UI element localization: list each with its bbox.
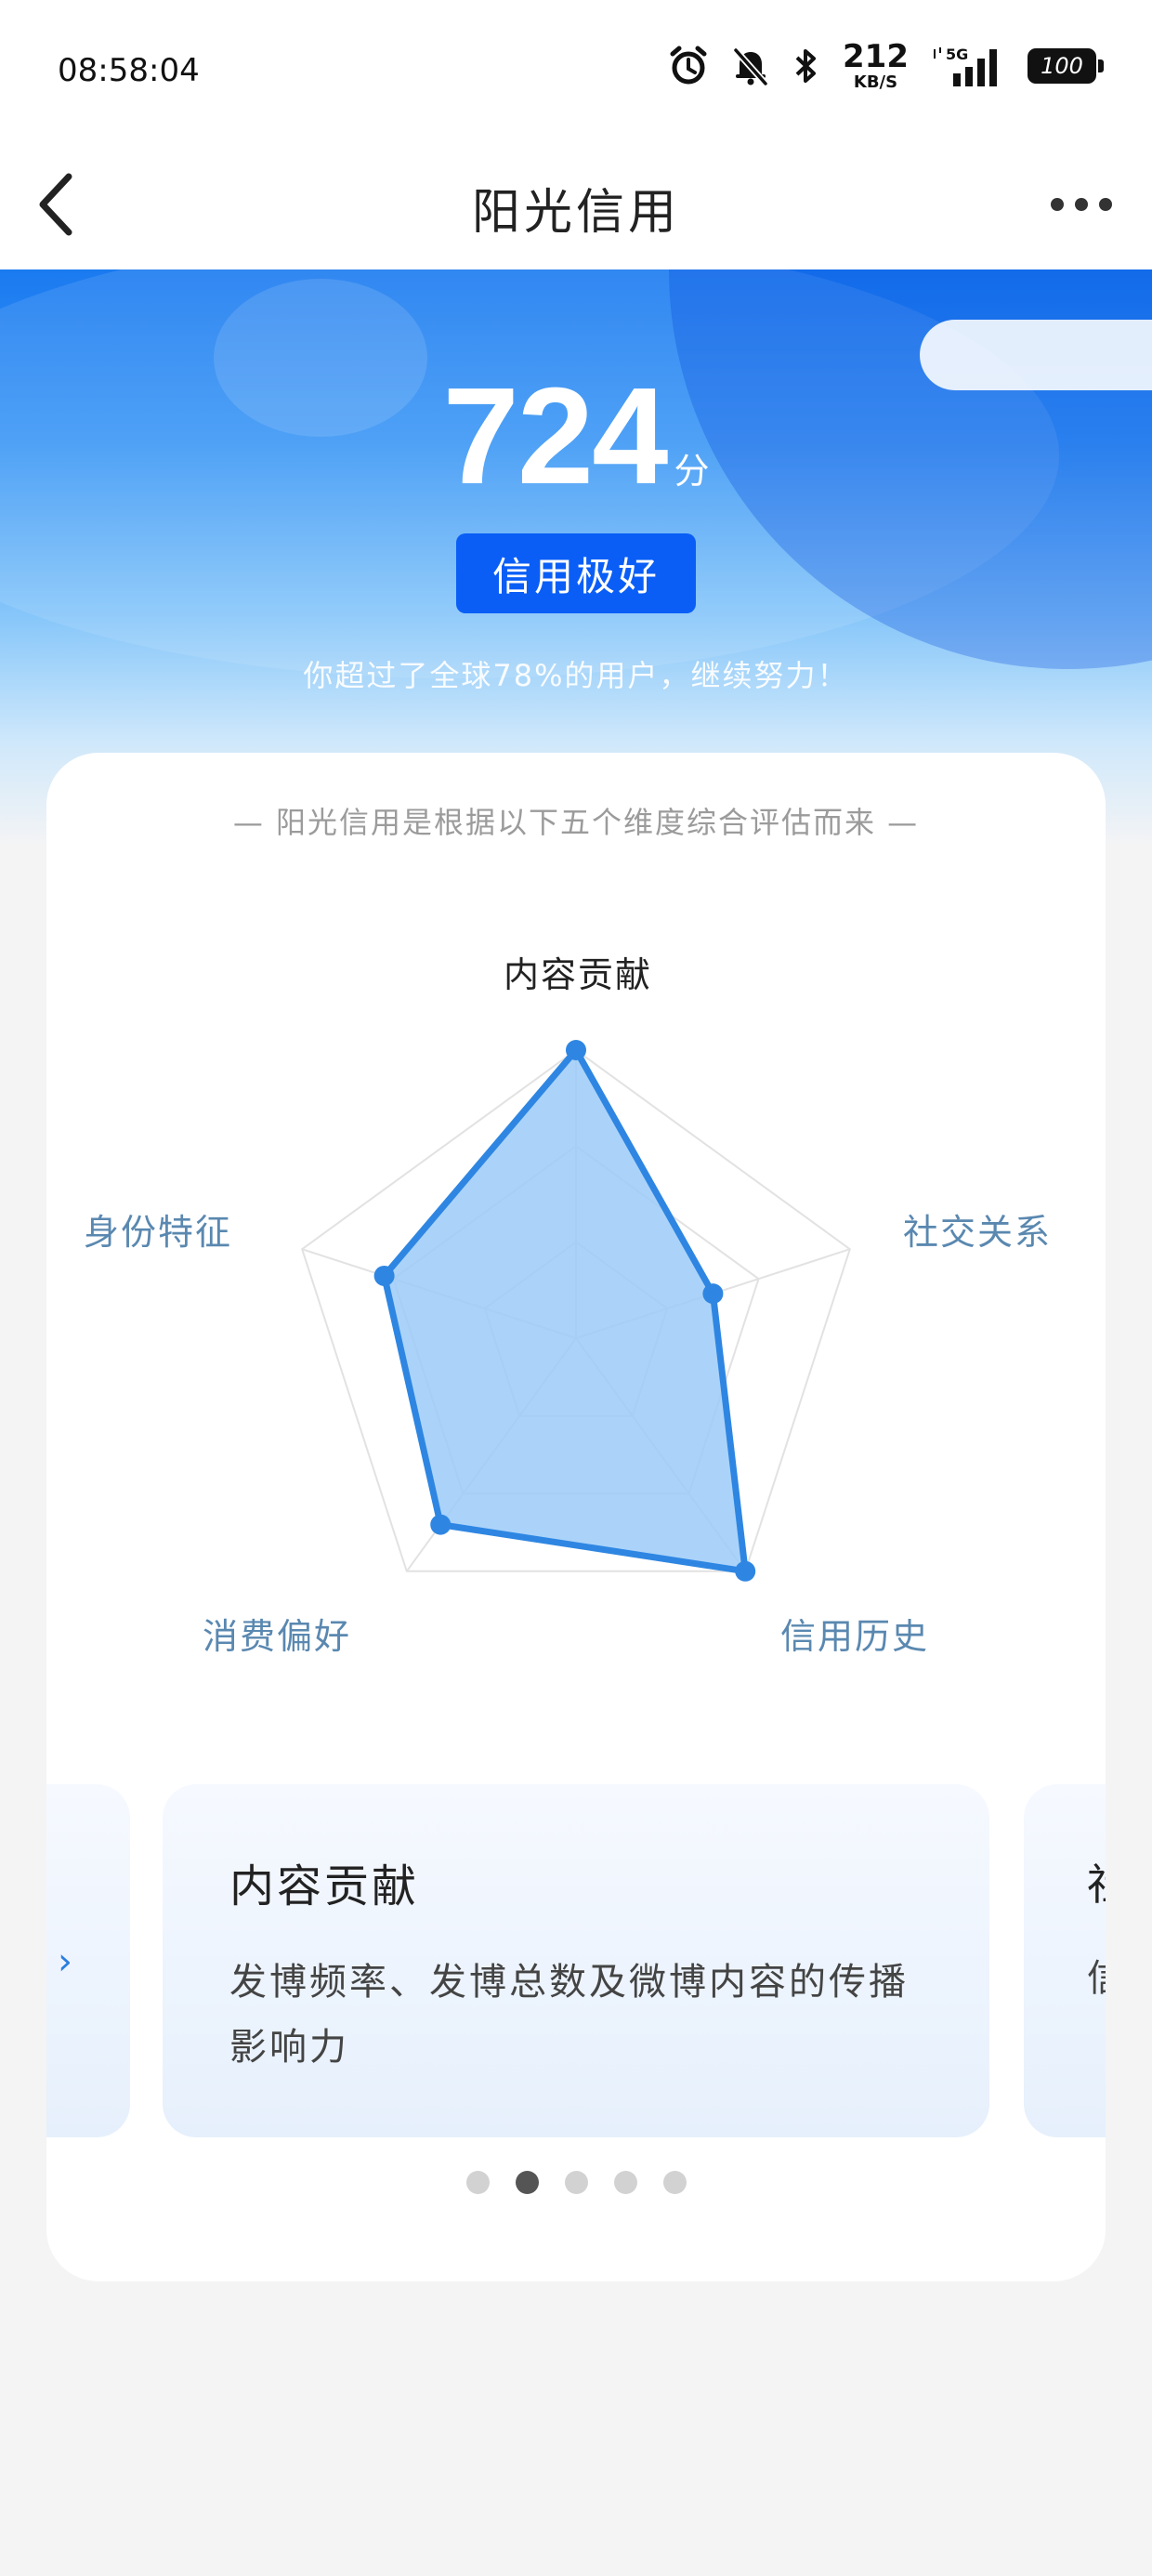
alarm-icon — [670, 46, 707, 85]
pagination-dot[interactable] — [564, 2171, 588, 2194]
slide-title: 内容贡献 — [229, 1860, 420, 1912]
credit-score: 724 — [442, 360, 669, 513]
axis-label-consumption[interactable]: 消费偏好 — [203, 1608, 351, 1659]
nav-bar: 阳光信用 — [0, 139, 1152, 269]
more-dots-icon — [1051, 198, 1064, 211]
network-speed: 212 KB/S — [843, 38, 909, 92]
radar-data-point — [566, 1040, 586, 1060]
axis-label-social[interactable]: 社交关系 — [903, 1203, 1052, 1255]
radar-data-point — [702, 1283, 724, 1305]
bluetooth-icon — [795, 49, 817, 83]
axis-label-history[interactable]: 信用历史 — [780, 1608, 929, 1659]
radar-data-point — [430, 1514, 452, 1535]
radar-data-point — [373, 1265, 395, 1286]
status-icons: 212 KB/S 5G 100 — [668, 38, 1104, 92]
pagination-dot[interactable] — [662, 2171, 687, 2194]
chevron-right-icon: › — [58, 1940, 72, 1983]
pagination-dot[interactable] — [515, 2171, 539, 2194]
more-button[interactable] — [1037, 160, 1126, 249]
status-bar: 08:58:04 212 KB/S 5G 100 — [0, 0, 1152, 139]
page-title: 阳光信用 — [471, 185, 680, 241]
credit-level-badge[interactable]: 信用极好 — [456, 533, 696, 613]
carousel-slide-active[interactable]: 内容贡献 发博频率、发博总数及微博内容的传播影响力 — [163, 1784, 989, 2137]
score-display: 724 分 — [0, 358, 1152, 516]
score-percentile-text: 你超过了全球78%的用户，继续努力！ — [303, 658, 849, 693]
radar-data-area — [381, 1046, 749, 1575]
status-time: 08:58:04 — [58, 52, 200, 89]
next-slide-desc-peek: 信 — [1087, 1948, 1106, 2002]
pagination-dot[interactable] — [465, 2171, 490, 2194]
axis-label-content[interactable]: 内容贡献 — [504, 946, 652, 997]
carousel-slide-prev[interactable]: › — [46, 1784, 130, 2137]
radar-data-point — [735, 1560, 756, 1582]
mute-bell-icon — [733, 47, 768, 86]
battery-icon: 100 — [1028, 48, 1104, 84]
slide-description: 发博频率、发博总数及微博内容的传播影响力 — [229, 1961, 909, 2069]
carousel-slide-next[interactable]: 社 信 — [1024, 1784, 1106, 2137]
carousel-pagination — [46, 2171, 1106, 2194]
signal-icon: 5G — [934, 46, 997, 86]
pagination-dot[interactable] — [613, 2171, 637, 2194]
dimension-card: — 阳光信用是根据以下五个维度综合评估而来 — 内容贡献 社交关系 信用历史 消… — [46, 753, 1106, 2281]
svg-text:5G: 5G — [946, 46, 968, 63]
next-slide-title-peek: 社 — [1087, 1851, 1106, 1912]
score-unit: 分 — [674, 451, 710, 492]
axis-label-identity[interactable]: 身份特征 — [84, 1203, 232, 1255]
